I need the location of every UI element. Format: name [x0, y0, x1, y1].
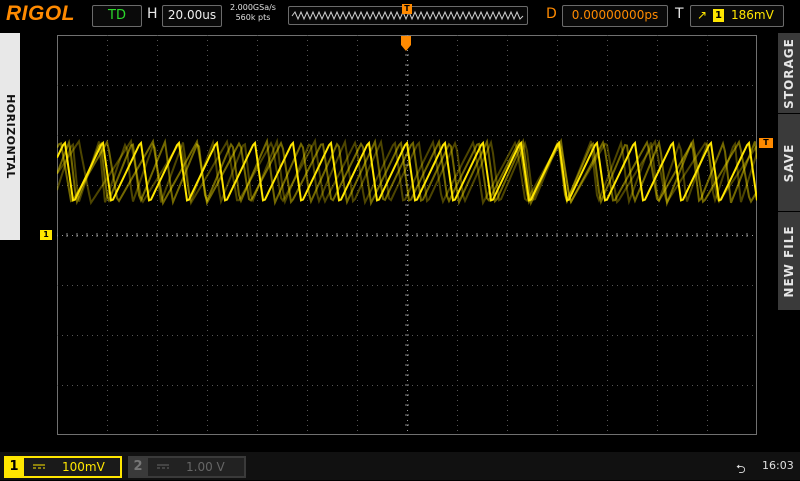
delay-box[interactable]: 0.00000000ps	[562, 5, 668, 27]
memory-depth: 560k pts	[235, 13, 271, 22]
channel2-scale: 1.00 V	[186, 460, 225, 474]
sample-rate: 2.000GSa/s	[230, 3, 276, 12]
trigger-label: T	[675, 6, 684, 22]
trigger-level-marker[interactable]: T	[759, 138, 773, 148]
horizontal-label: H	[147, 6, 158, 22]
channel2-number: 2	[133, 459, 143, 474]
channel2-scale-box: 1.00 V	[148, 458, 244, 476]
channel1-number: 1	[9, 459, 19, 474]
usb-icon: ⮌	[736, 462, 746, 476]
delay-value: 0.00000000ps	[571, 8, 659, 22]
channel-bar: 1 100mV 2 1.00 V ⮌ 16:03	[0, 452, 800, 480]
channel1-offset-marker[interactable]: 1	[40, 230, 52, 240]
trigger-box[interactable]: ↗ 1 186mV	[690, 5, 784, 27]
memory-trigger-marker: T	[402, 4, 412, 14]
clock: 16:03	[762, 459, 794, 472]
storage-label: STORAGE	[782, 38, 796, 109]
channel1-waveform	[57, 137, 757, 207]
channel2-button[interactable]: 2 1.00 V	[128, 456, 246, 478]
delay-label: D	[546, 6, 557, 22]
new-file-label: NEW FILE	[782, 225, 796, 298]
horizontal-menu-tab[interactable]: HORIZONTAL	[0, 33, 20, 240]
trigger-source: 1	[713, 9, 724, 22]
storage-menu: STORAGE SAVE NEW FILE	[778, 33, 800, 311]
channel1-scale-box: 100mV	[24, 458, 120, 476]
timebase-value: 20.00us	[167, 8, 217, 22]
new-file-button[interactable]: NEW FILE	[778, 212, 800, 311]
storage-menu-title[interactable]: STORAGE	[778, 33, 800, 114]
run-status-box[interactable]: TD	[92, 5, 142, 27]
channel1-button[interactable]: 1 100mV	[4, 456, 122, 478]
status-bar: RIGOL TD H 20.00us 2.000GSa/s 560k pts T…	[0, 0, 800, 30]
dc-coupling-icon	[157, 464, 169, 469]
rigol-logo: RIGOL	[6, 2, 75, 25]
acquisition-info: 2.000GSa/s 560k pts	[225, 3, 281, 23]
waveform-display[interactable]	[57, 35, 757, 435]
dc-coupling-icon	[33, 464, 45, 469]
trigger-position-marker[interactable]	[400, 36, 412, 52]
save-label: SAVE	[782, 143, 796, 183]
trigger-position-arrow-icon	[401, 36, 411, 51]
timebase-box[interactable]: 20.00us	[162, 5, 222, 27]
horizontal-menu-label: HORIZONTAL	[4, 94, 17, 179]
save-button[interactable]: SAVE	[778, 114, 800, 212]
memory-overview[interactable]: T	[288, 4, 528, 25]
channel1-scale: 100mV	[62, 460, 105, 474]
trigger-level: 186mV	[731, 8, 774, 22]
rising-edge-icon: ↗	[697, 8, 708, 22]
run-status: TD	[108, 8, 126, 23]
